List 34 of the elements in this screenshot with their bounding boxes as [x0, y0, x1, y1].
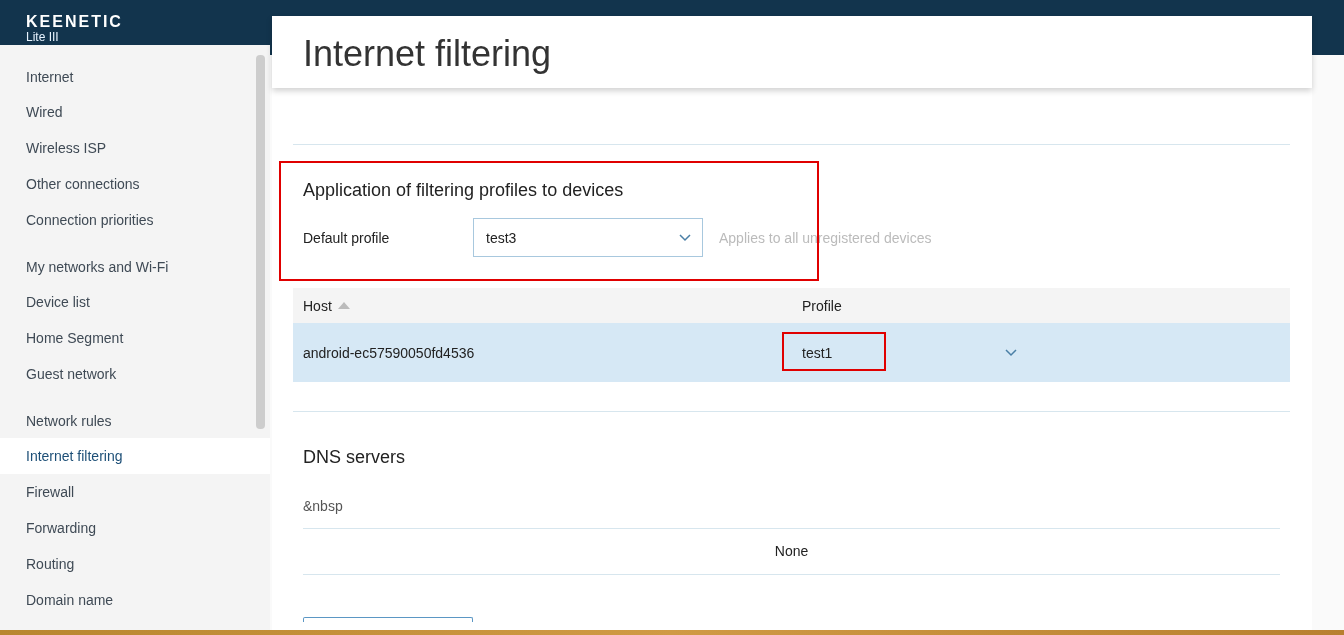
- sidebar-item[interactable]: Wired: [0, 94, 270, 130]
- section-title: Application of filtering profiles to devices: [303, 180, 625, 200]
- sidebar-section-title[interactable]: Internet: [0, 60, 270, 94]
- profile-dropdown[interactable]: test3: [473, 218, 703, 257]
- model-name: Lite III: [26, 30, 59, 44]
- column-header[interactable]: Host: [303, 297, 332, 314]
- empty-list-text: None: [773, 542, 810, 561]
- scrollbar-thumb[interactable]: [256, 55, 265, 429]
- sidebar-section-title[interactable]: My networks and Wi-Fi: [0, 250, 270, 284]
- sidebar-item[interactable]: Firewall: [0, 474, 270, 510]
- sidebar-item[interactable]: Internet filtering: [0, 438, 270, 474]
- profile-value[interactable]: test1: [802, 344, 833, 361]
- brand-logo: KEENETIC: [26, 13, 123, 30]
- table-row[interactable]: android-ec57590050fd4536 test1: [293, 323, 1290, 382]
- page-title: Internet filtering: [303, 34, 553, 74]
- sort-up-icon[interactable]: [337, 302, 350, 309]
- column-header[interactable]: Profile: [802, 297, 842, 314]
- sidebar-item[interactable]: Domain name: [0, 582, 270, 618]
- sidebar-item[interactable]: Other connections: [0, 166, 270, 202]
- chevron-down-icon: [1005, 348, 1017, 357]
- chevron-down-icon: [679, 233, 691, 242]
- sidebar-item[interactable]: Forwarding: [0, 510, 270, 546]
- field-label: &nbsp: [303, 498, 344, 514]
- sidebar-section-title[interactable]: Network rules: [0, 404, 270, 438]
- cut-off-button[interactable]: [303, 617, 473, 622]
- sidebar-item[interactable]: Home Segment: [0, 320, 270, 356]
- sidebar-item[interactable]: Connection priorities: [0, 202, 270, 238]
- sidebar-item[interactable]: Device list: [0, 284, 270, 320]
- section-title: DNS servers: [303, 447, 406, 467]
- sidebar-item[interactable]: Routing: [0, 546, 270, 582]
- field-label: Default profile: [303, 229, 391, 246]
- host-name: android-ec57590050fd4536: [303, 344, 475, 361]
- sidebar-item[interactable]: Guest network: [0, 356, 270, 392]
- sidebar-item[interactable]: Wireless ISP: [0, 130, 270, 166]
